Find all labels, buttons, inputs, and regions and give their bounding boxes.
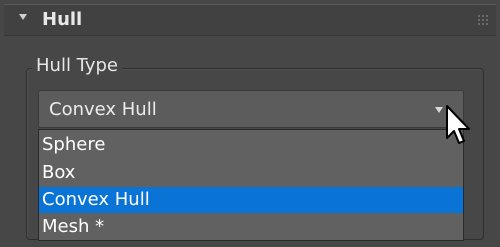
option-box[interactable]: Box xyxy=(39,160,463,186)
dropdown-arrow-icon[interactable] xyxy=(435,107,443,113)
hull-type-dropdown[interactable]: Convex Hull xyxy=(38,90,464,128)
dropdown-selected-value: Convex Hull xyxy=(49,99,157,120)
chevron-down-icon[interactable] xyxy=(19,14,27,20)
hull-type-options-list: Sphere Box Convex Hull Mesh * xyxy=(38,129,464,241)
mouse-pointer-icon xyxy=(446,105,470,144)
hull-rollout-panel: Hull Hull Type Convex Hull Sphere Box Co… xyxy=(0,0,500,247)
option-sphere[interactable]: Sphere xyxy=(39,132,463,158)
rollout-header[interactable]: Hull xyxy=(4,4,496,36)
option-mesh[interactable]: Mesh * xyxy=(39,214,463,240)
rollout-title: Hull xyxy=(42,9,83,30)
hull-type-label: Hull Type xyxy=(32,54,123,78)
drag-grip-icon[interactable] xyxy=(478,15,488,25)
option-convex-hull[interactable]: Convex Hull xyxy=(39,187,463,213)
